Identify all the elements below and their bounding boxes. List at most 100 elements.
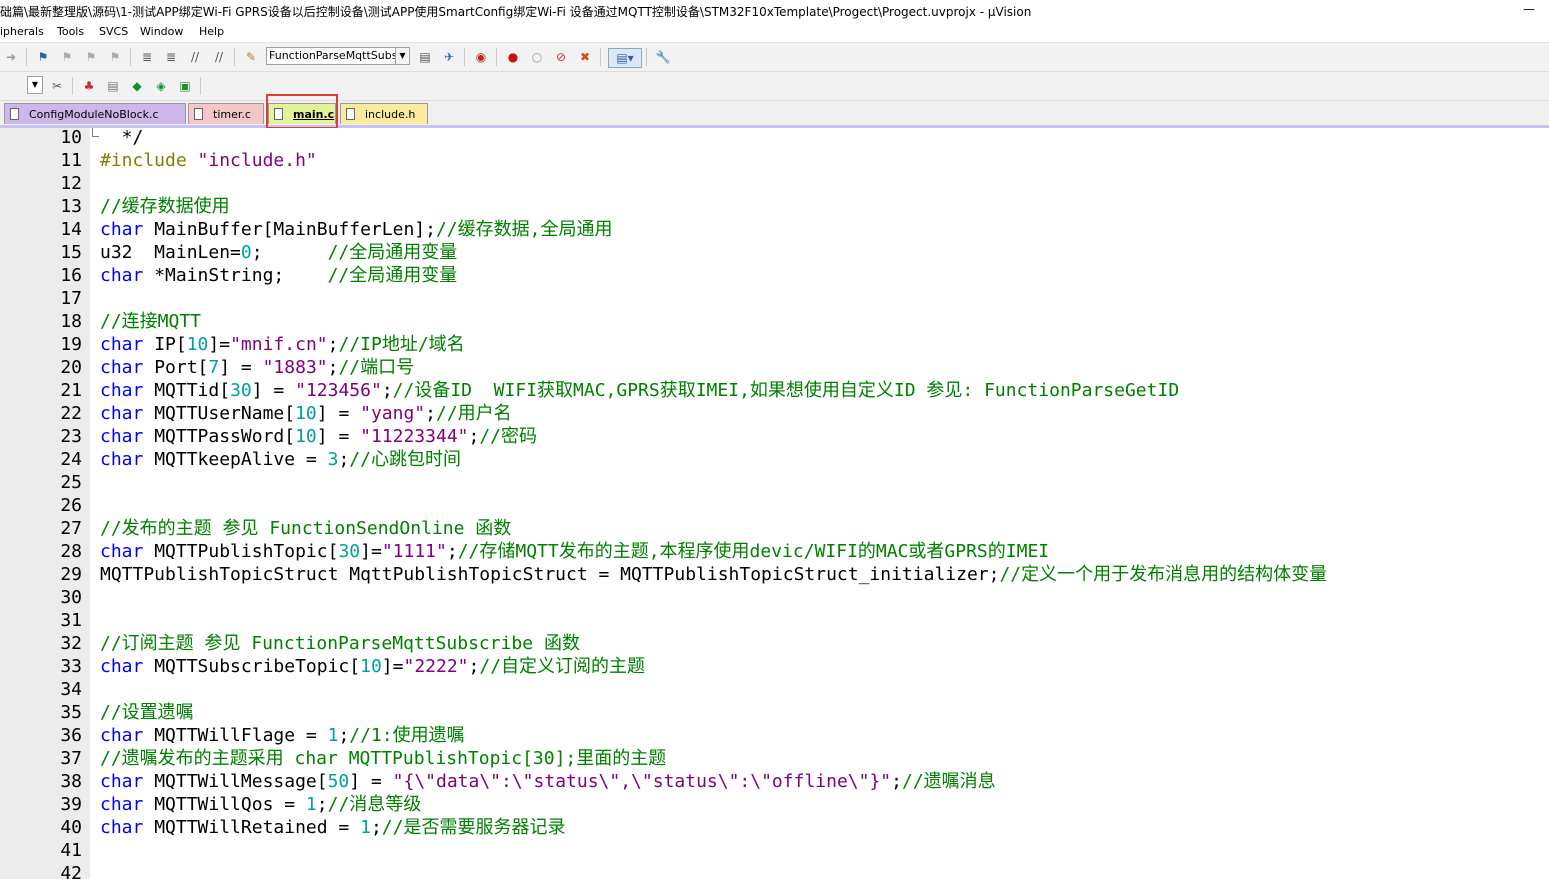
debug-session-icon[interactable]: ◉ xyxy=(472,48,490,66)
code-token: 10 xyxy=(295,403,317,424)
code-token: ] = xyxy=(316,403,361,424)
line-number: 28 xyxy=(60,541,82,562)
unindent-icon[interactable]: ≣ xyxy=(162,48,180,66)
code-line[interactable]: 32 //订阅主题 参见 FunctionParseMqttSubscribe 函… xyxy=(0,632,1549,655)
code-editor[interactable]: 10 */11 #include "include.h" 12 13//缓存数据使用 1… xyxy=(0,128,1549,879)
bookmark-prev-icon[interactable]: ⚑ xyxy=(58,48,76,66)
insert-breakpoint-icon[interactable]: ● xyxy=(504,48,522,66)
code-line[interactable]: 22 char MQTTUserName[10] = "yang";//用户名 xyxy=(0,402,1549,425)
menu-tools[interactable]: Tools xyxy=(57,25,84,38)
target-combo[interactable]: ▼ xyxy=(27,76,43,94)
code-text: char MQTTPublishTopic[30]="1111";//存储MQT… xyxy=(100,540,1049,563)
code-line[interactable]: 26 xyxy=(0,494,1549,517)
code-line[interactable]: 16 char *MainString; //全局通用变量 xyxy=(0,264,1549,287)
disable-breakpoints-icon[interactable]: ⊘ xyxy=(552,48,570,66)
code-line[interactable]: 10 */ xyxy=(0,128,1549,149)
menu-help[interactable]: Help xyxy=(199,25,224,38)
chevron-down-icon[interactable]: ▼ xyxy=(395,48,409,64)
toolbar-separator xyxy=(234,48,235,66)
menu-window[interactable]: Window xyxy=(140,25,183,38)
code-line[interactable]: 42 xyxy=(0,862,1549,879)
manage-components-icon[interactable]: ♣ xyxy=(80,77,98,95)
code-line[interactable]: 25 xyxy=(0,471,1549,494)
window-layout-icon[interactable]: ▤▾ xyxy=(608,48,642,68)
code-token: char xyxy=(100,380,144,401)
enable-breakpoint-icon[interactable]: ○ xyxy=(528,48,546,66)
bookmark-clear-icon[interactable]: ⚑ xyxy=(106,48,124,66)
code-token: 7 xyxy=(208,357,220,378)
code-line[interactable]: 34 xyxy=(0,678,1549,701)
code-line[interactable]: 12 xyxy=(0,172,1549,195)
code-line[interactable]: 29 MQTTPublishTopicStruct MqttPublishTopi… xyxy=(0,563,1549,586)
code-token: char xyxy=(100,725,144,746)
code-line[interactable]: 28 char MQTTPublishTopic[30]="1111";//存储M… xyxy=(0,540,1549,563)
code-line[interactable]: 11 #include "include.h" xyxy=(0,149,1549,172)
select-packs-icon[interactable]: ▤ xyxy=(104,77,122,95)
code-token: //心跳包时间 xyxy=(349,449,461,470)
code-line[interactable]: 23 char MQTTPassWord[10] = "11223344";//密… xyxy=(0,425,1549,448)
bookmark-set-icon[interactable]: ⚑ xyxy=(34,48,52,66)
code-token: 10 xyxy=(295,426,317,447)
code-line[interactable]: 27 //发布的主题 参见 FunctionSendOnline 函数 xyxy=(0,517,1549,540)
code-line[interactable]: 30 xyxy=(0,586,1549,609)
code-line[interactable]: 21 char MQTTid[30] = "123456";//设备ID WIFI… xyxy=(0,379,1549,402)
target-options-icon[interactable]: ✂ xyxy=(48,77,66,95)
code-line[interactable]: 13 //缓存数据使用 xyxy=(0,195,1549,218)
code-line[interactable]: 20 char Port[7] = "1883";//端口号 xyxy=(0,356,1549,379)
code-token: //消息等级 xyxy=(327,794,422,815)
pack-installer-icon[interactable]: ▣ xyxy=(176,77,194,95)
code-line[interactable]: 18 //连接MQTT xyxy=(0,310,1549,333)
line-number: 38 xyxy=(60,771,82,792)
tab-configmodulenoblock[interactable]: ConfigModuleNoBlock.c xyxy=(4,103,186,124)
code-line[interactable]: 33 char MQTTSubscribeTopic[10]="2222";//自… xyxy=(0,655,1549,678)
code-token: *MainString; xyxy=(143,265,328,286)
minimize-button[interactable]: — xyxy=(1523,2,1535,16)
navigate-forward-icon[interactable]: ➜ xyxy=(2,48,20,66)
code-token: ; xyxy=(338,725,350,746)
find-icon[interactable]: ▤ xyxy=(416,48,434,66)
code-line[interactable]: 31 xyxy=(0,609,1549,632)
code-line[interactable]: 37 //遗嘱发布的主题采用 char MQTTPublishTopic[30];… xyxy=(0,747,1549,770)
configure-icon[interactable]: 🔧 xyxy=(654,48,672,66)
code-line[interactable]: 17 xyxy=(0,287,1549,310)
tab-include[interactable]: include.h xyxy=(340,103,428,124)
incremental-find-icon[interactable]: ✈ xyxy=(440,48,458,66)
code-line[interactable]: 38 char MQTTWillMessage[50] = "{\"data\":… xyxy=(0,770,1549,793)
bookmark-next-icon[interactable]: ⚑ xyxy=(82,48,100,66)
code-line[interactable]: 19 char IP[10]="mnif.cn";//IP地址/域名 xyxy=(0,333,1549,356)
line-number: 19 xyxy=(60,334,82,355)
code-token: "include.h" xyxy=(197,150,317,171)
code-token: char xyxy=(100,334,144,355)
code-line[interactable]: 35 //设置遗嘱 xyxy=(0,701,1549,724)
code-line[interactable]: 15 u32 MainLen=0; //全局通用变量 xyxy=(0,241,1549,264)
code-line[interactable]: 39 char MQTTWillQos = 1;//消息等级 xyxy=(0,793,1549,816)
code-token: "11223344" xyxy=(360,426,469,447)
code-token: //密码 xyxy=(479,426,538,447)
code-line[interactable]: 40 char MQTTWillRetained = 1;//是否需要服务器记录 xyxy=(0,816,1549,839)
code-line[interactable]: 14 char MainBuffer[MainBufferLen];//缓存数据,… xyxy=(0,218,1549,241)
line-number: 25 xyxy=(60,472,82,493)
tab-timer[interactable]: timer.c xyxy=(188,103,264,124)
comment-icon[interactable]: // xyxy=(186,48,204,66)
kill-breakpoints-icon[interactable]: ✖ xyxy=(576,48,594,66)
code-line[interactable]: 41 xyxy=(0,839,1549,862)
find-in-files-icon[interactable]: ✎ xyxy=(242,48,260,66)
menu-svcs[interactable]: SVCS xyxy=(99,25,128,38)
fold-marker[interactable] xyxy=(92,128,99,137)
uncomment-icon[interactable]: // xyxy=(210,48,228,66)
menu-peripherals[interactable]: ipherals xyxy=(0,25,44,38)
code-token: "1883" xyxy=(262,357,328,378)
indent-icon[interactable]: ≣ xyxy=(138,48,156,66)
code-line[interactable]: 36 char MQTTWillFlage = 1;//1:使用遗嘱 xyxy=(0,724,1549,747)
line-number: 34 xyxy=(60,679,82,700)
code-token: char xyxy=(100,219,144,240)
code-token: ] = xyxy=(251,380,296,401)
function-combo[interactable]: FunctionParseMqttSubsc ▼ xyxy=(266,47,410,65)
line-number: 18 xyxy=(60,311,82,332)
code-line[interactable]: 24 char MQTTkeepAlive = 3;//心跳包时间 xyxy=(0,448,1549,471)
code-token: MQTTWillRetained = xyxy=(143,817,361,838)
software-packs-icon[interactable]: ◆ xyxy=(128,77,146,95)
title-bar: 础篇\最新整理版\源码\1-测试APP绑定Wi-Fi GPRS设备以后控制设备\… xyxy=(0,0,1549,22)
code-token: ]= xyxy=(208,334,231,355)
update-packs-icon[interactable]: ◈ xyxy=(152,77,170,95)
